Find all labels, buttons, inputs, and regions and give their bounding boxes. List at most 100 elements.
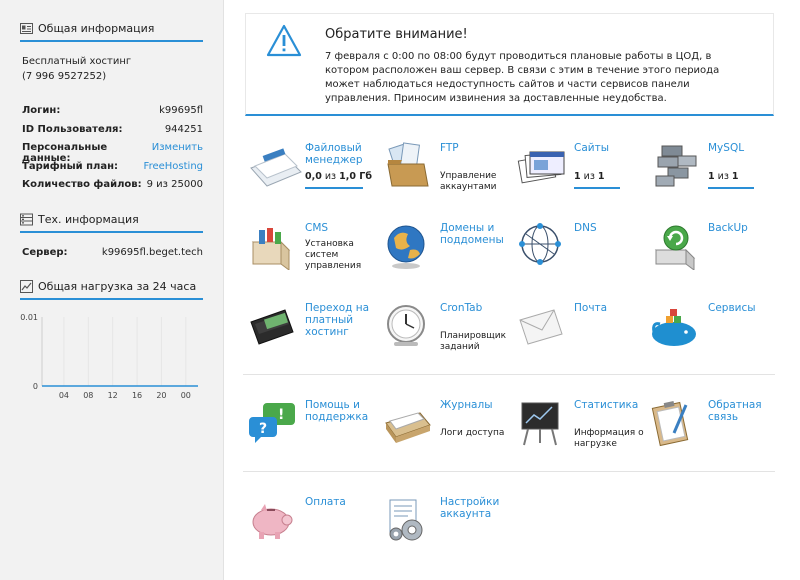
tile-sites[interactable]: Сайты 1 из 1 [514, 142, 644, 212]
svg-text:?: ? [259, 421, 267, 437]
sites-usage: 1 из 1 [574, 171, 605, 182]
tile-feedback-label: Обратная связь [708, 399, 762, 423]
sites-of: из [583, 171, 595, 182]
user-id-key: ID Пользователя: [22, 124, 123, 135]
tech-info-title: Тех. информация [38, 212, 139, 226]
tile-paid-label: Переход на платный хостинг [305, 302, 370, 338]
ftp-folder-icon [387, 142, 429, 187]
wallet-icon [250, 309, 294, 345]
sites-used: 1 [574, 171, 581, 182]
sites-usage-bar [574, 187, 620, 189]
files-count-row: Количество файлов: 9 из 25000 [22, 179, 203, 190]
files-count-key: Количество файлов: [22, 179, 142, 190]
clock-icon [387, 305, 425, 346]
tariff-key: Тарифный план: [22, 161, 118, 172]
notice-text: 7 февраля с 0:00 по 08:00 будут проводит… [325, 51, 720, 104]
server-row: Сервер: k99695fl.beget.tech [22, 247, 203, 258]
cms-box-icon [251, 228, 291, 270]
tile-dns[interactable]: DNS [514, 222, 644, 292]
tile-ftp-sub: Управление аккаунтами [440, 171, 497, 192]
tile-mail[interactable]: Почта [514, 302, 644, 372]
section-divider-2 [243, 471, 775, 472]
phone-line: (7 996 9527252) [22, 71, 107, 82]
tile-payment[interactable]: Оплата [245, 496, 375, 566]
tile-stats[interactable]: Статистика Информация о нагрузке [514, 399, 644, 469]
tile-help-label: Помощь и поддержка [305, 399, 369, 423]
chart-x-tick-label: 04 [59, 391, 69, 400]
tile-feedback[interactable]: Обратная связь [648, 399, 778, 469]
load-title: Общая нагрузка за 24 часа [38, 279, 197, 293]
files-count-value: 9 из 25000 [146, 179, 203, 190]
tile-stats-sub: Информация о нагрузке [574, 428, 644, 449]
file-manager-icon [250, 148, 302, 187]
chart-x-tick-label: 08 [83, 391, 93, 400]
user-id-value: 944251 [164, 124, 203, 135]
mysql-total: 1 [731, 171, 739, 182]
piggy-bank-icon [252, 504, 293, 539]
chart-x-tick-label: 16 [132, 391, 142, 400]
tile-mail-label: Почта [574, 302, 608, 314]
tile-filemanager[interactable]: Файловый менеджер 0,0 из 1,0 Гб [245, 142, 375, 212]
load-chart-icon [20, 279, 33, 293]
backup-icon [654, 225, 696, 270]
filemanager-of: из [324, 171, 337, 182]
mysql-used: 1 [708, 171, 715, 182]
tile-cms[interactable]: CMS Установка систем управления [245, 222, 375, 292]
account-settings-icon [389, 499, 423, 541]
notice-panel: Обратите внимание! 7 февраля с 0:00 по 0… [245, 13, 774, 116]
tile-logs-sub: Логи доступа [440, 428, 505, 438]
server-icon [20, 213, 33, 225]
tile-cms-label: CMS [305, 222, 329, 234]
tile-cms-sub: Установка систем управления [305, 239, 362, 271]
load-header: Общая нагрузка за 24 часа [20, 279, 203, 300]
load-chart: 04 08 12 16 20 0000.01 [20, 313, 198, 400]
server-value: k99695fl.beget.tech [101, 247, 203, 258]
tile-domains[interactable]: Домены и поддомены [380, 222, 510, 292]
login-key: Логин: [22, 105, 61, 116]
mysql-of: из [717, 171, 729, 182]
tile-crontab[interactable]: CronTab Планировщик заданий [380, 302, 510, 372]
tile-paid-hosting[interactable]: Переход на платный хостинг [245, 302, 375, 372]
tile-settings-label: Настройки аккаунта [440, 496, 500, 520]
chart-x-tick-label: 20 [156, 391, 166, 400]
warning-icon [266, 24, 302, 57]
tile-dns-label: DNS [574, 222, 597, 234]
account-card-icon [20, 22, 33, 34]
chart-y-tick-label: 0.01 [20, 313, 38, 322]
tile-services-label: Сервисы [708, 302, 756, 314]
tile-services[interactable]: Сервисы [648, 302, 778, 372]
tile-sites-label: Сайты [574, 142, 609, 154]
filemanager-total: 1,0 Гб [339, 171, 372, 182]
clipboard-icon [651, 401, 689, 447]
server-key: Сервер: [22, 247, 68, 258]
tile-ftp-label: FTP [440, 142, 459, 154]
tile-payment-label: Оплата [305, 496, 346, 508]
filemanager-used: 0,0 [305, 171, 322, 182]
svg-text:!: ! [278, 407, 284, 423]
sites-total: 1 [597, 171, 605, 182]
notice-title: Обратите внимание! [325, 27, 468, 42]
tile-logs[interactable]: Журналы Логи доступа [380, 399, 510, 469]
tariff-link[interactable]: FreeHosting [144, 161, 203, 172]
tile-backup[interactable]: BackUp [648, 222, 778, 292]
tile-ftp[interactable]: FTP Управление аккаунтами [380, 142, 510, 212]
tile-mysql-label: MySQL [708, 142, 745, 154]
services-whale-icon [652, 309, 696, 346]
tile-logs-label: Журналы [440, 399, 493, 411]
sites-icon [517, 151, 565, 184]
tech-info-header: Тех. информация [20, 213, 203, 233]
domains-globe-icon [387, 225, 425, 269]
help-bubbles-icon: ! ? [249, 403, 295, 443]
tile-filemanager-label: Файловый менеджер [305, 142, 363, 166]
hosting-plan-line: Бесплатный хостинг [22, 56, 132, 67]
general-info-title: Общая информация [38, 21, 155, 35]
dns-network-icon [519, 223, 561, 265]
section-divider-1 [243, 374, 775, 375]
tile-domains-label: Домены и поддомены [440, 222, 504, 246]
logs-tray-icon [385, 412, 431, 443]
tile-mysql[interactable]: MySQL 1 из 1 [648, 142, 778, 212]
tile-help[interactable]: ! ? Помощь и поддержка [245, 399, 375, 469]
tile-settings[interactable]: Настройки аккаунта [380, 496, 510, 566]
tile-crontab-sub: Планировщик заданий [440, 331, 507, 352]
mysql-usage-bar [708, 187, 754, 189]
